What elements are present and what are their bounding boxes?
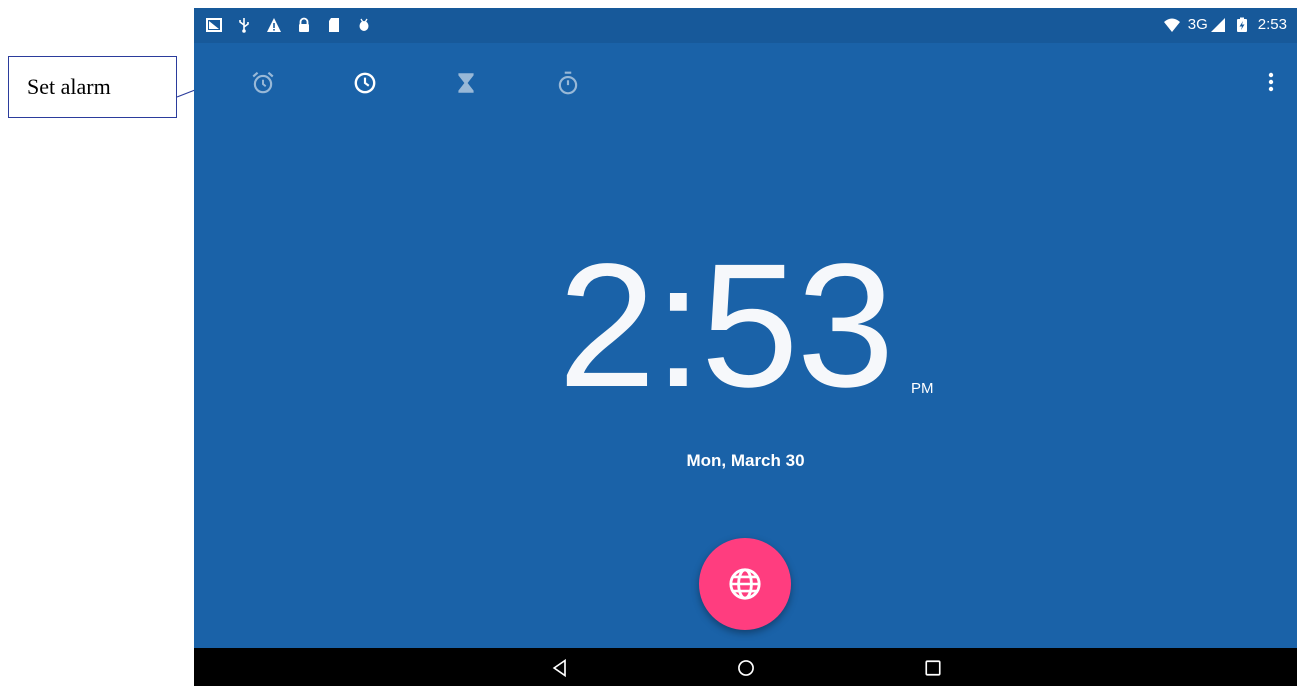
signal-icon (1210, 17, 1225, 32)
status-bar: 3G 2:53 (194, 8, 1297, 43)
tab-bar (194, 43, 1297, 113)
recents-button[interactable] (921, 656, 945, 680)
battery-charging-icon (1236, 17, 1247, 32)
tab-timer[interactable] (446, 63, 486, 103)
screenshot-icon (206, 18, 222, 32)
wifi-icon (1163, 18, 1180, 32)
clock-icon (354, 72, 376, 94)
home-button[interactable] (734, 656, 758, 680)
clock-time: 2:53 (558, 228, 895, 424)
back-icon (552, 658, 566, 678)
digital-clock: 2:53 PM (194, 238, 1297, 418)
tab-clock[interactable] (345, 63, 385, 103)
clock-date: Mon, March 30 (686, 451, 805, 470)
tab-alarm[interactable] (243, 63, 283, 103)
tab-stopwatch[interactable] (548, 63, 588, 103)
sd-card-icon (329, 18, 339, 32)
usb-icon (239, 18, 249, 33)
globe-icon (729, 568, 761, 600)
stopwatch-icon (558, 71, 578, 95)
callout-label: Set alarm (27, 74, 111, 99)
warning-icon (267, 18, 281, 32)
home-icon (738, 660, 754, 676)
navigation-bar (194, 648, 1297, 686)
world-clock-button[interactable] (699, 538, 791, 630)
status-time: 2:53 (1257, 16, 1287, 33)
network-type: 3G (1187, 16, 1208, 33)
device-screen: 3G 2:53 2:53 PM Mon, March 30 (194, 8, 1297, 686)
hourglass-icon (458, 73, 474, 93)
clock-ampm: PM (911, 380, 934, 397)
recents-icon (925, 660, 941, 676)
back-button[interactable] (548, 656, 572, 680)
lock-icon (299, 17, 309, 32)
more-vert-icon (1268, 72, 1274, 92)
overflow-menu-button[interactable] (1259, 67, 1283, 97)
set-alarm-callout: Set alarm (8, 56, 177, 118)
alarm-icon (252, 71, 274, 94)
android-debug-icon (359, 18, 369, 31)
